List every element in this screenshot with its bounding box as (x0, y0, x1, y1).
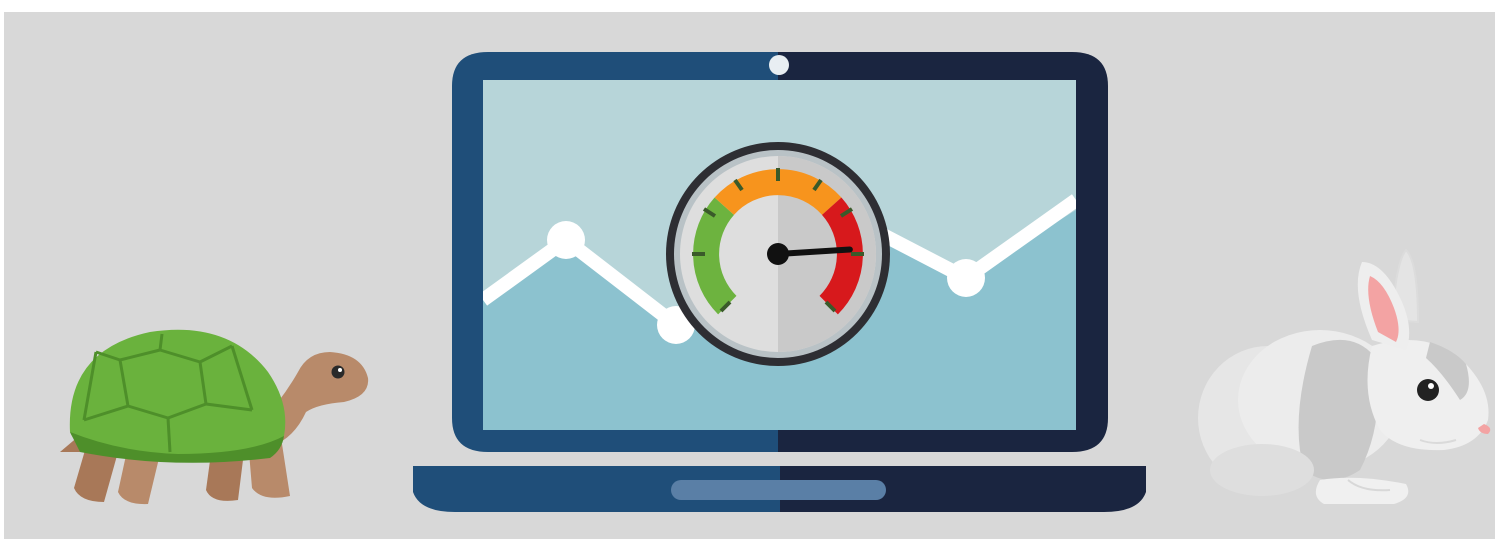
illustration-stage (0, 0, 1497, 546)
graph-point (547, 221, 585, 259)
webcam-icon (769, 55, 789, 75)
graph-point (947, 259, 985, 297)
trackpad (671, 480, 886, 500)
gauge-hub (767, 243, 789, 265)
speed-illustration (4, 12, 1495, 539)
speedometer-icon (666, 142, 890, 366)
